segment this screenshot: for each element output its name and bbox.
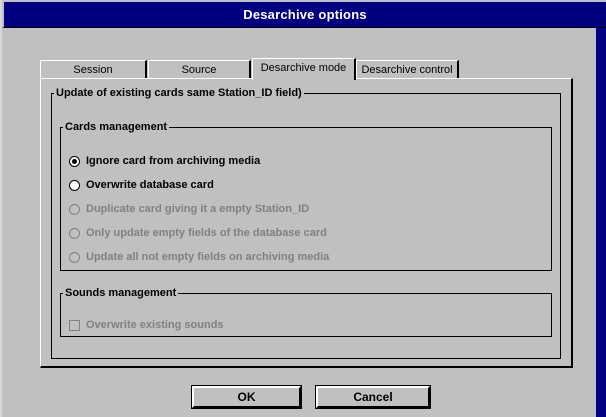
radio-update-all-not-empty-label: Update all not empty fields on archiving…	[86, 251, 330, 263]
radio-update-all-not-empty[interactable]: Update all not empty fields on archiving…	[69, 249, 329, 265]
radio-overwrite-database-card-label: Overwrite database card	[86, 179, 214, 191]
cards-management-title: Cards management	[65, 121, 168, 133]
update-existing-cards-group: Update of existing cards same Station_ID…	[51, 87, 561, 359]
radio-only-update-empty-label: Only update empty fields of the database…	[86, 227, 327, 239]
radio-duplicate-card-label: Duplicate card giving it a empty Station…	[86, 203, 310, 215]
radio-button-icon[interactable]	[69, 179, 80, 191]
tab-session[interactable]: Session	[40, 60, 147, 79]
ok-button[interactable]: OK	[191, 385, 302, 409]
radio-only-update-empty[interactable]: Only update empty fields of the database…	[69, 225, 327, 241]
tab-panel: Update of existing cards same Station_ID…	[40, 78, 573, 368]
checkbox-overwrite-sounds-label: Overwrite existing sounds	[86, 319, 224, 331]
radio-button-icon[interactable]	[69, 155, 80, 167]
radio-button-icon[interactable]	[69, 227, 80, 239]
window-title: Desarchive options	[243, 7, 367, 22]
desarchive-options-window: Desarchive options Session Source Desarc…	[0, 0, 606, 417]
radio-overwrite-database-card[interactable]: Overwrite database card	[69, 177, 214, 193]
radio-ignore-card[interactable]: Ignore card from archiving media	[69, 153, 260, 169]
window-frame-edge	[596, 28, 606, 417]
checkbox-icon[interactable]	[69, 319, 80, 331]
radio-button-icon[interactable]	[69, 251, 80, 263]
tab-desarchive-mode[interactable]: Desarchive mode	[252, 58, 356, 80]
cancel-button[interactable]: Cancel	[315, 385, 431, 409]
tab-source[interactable]: Source	[148, 60, 251, 79]
checkbox-overwrite-sounds[interactable]: Overwrite existing sounds	[69, 317, 224, 333]
title-bar[interactable]: Desarchive options	[2, 0, 606, 28]
sounds-management-title: Sounds management	[65, 287, 177, 299]
cards-management-group: Cards management Ignore card from archiv…	[60, 121, 552, 271]
sounds-management-group: Sounds management Overwrite existing sou…	[60, 287, 552, 337]
radio-button-icon[interactable]	[69, 203, 80, 215]
update-existing-cards-title: Update of existing cards same Station_ID…	[56, 87, 302, 99]
tab-desarchive-control[interactable]: Desarchive control	[356, 60, 459, 79]
radio-ignore-card-label: Ignore card from archiving media	[86, 155, 261, 167]
radio-duplicate-card[interactable]: Duplicate card giving it a empty Station…	[69, 201, 309, 217]
